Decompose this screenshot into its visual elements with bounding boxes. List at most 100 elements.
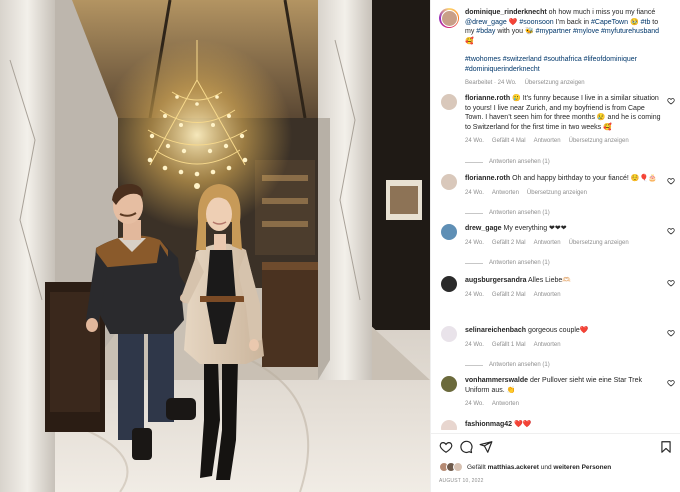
commenter-avatar[interactable] [441,420,457,430]
commenter-avatar[interactable] [441,376,457,392]
caption-emoji: 🥹 [629,18,639,26]
commenter-username[interactable]: drew_gage [465,225,502,232]
comment-text: Alles Liebe🫶🏻 [528,277,571,284]
comment-body: selinareichenbach gorgeous couple❤️ 24 Wo… [465,326,661,371]
caption-emoji: 🥰 [465,37,474,45]
comment: drew_gage My everything ❤❤❤ 24 Wo. Gefällt… [439,224,677,269]
comment-meta: 24 Wo. Gefällt 4 Mal Antworten Übersetzung … [465,137,661,147]
commenter-avatar[interactable] [441,94,457,110]
instagram-post-view: dominique_rinderknecht oh how much i mis… [0,0,680,492]
hashtag[interactable]: #myfuturehusband [601,28,659,35]
likes-summary[interactable]: Gefällt matthias.ackeret und weiteren Pe… [439,462,611,472]
view-replies-label[interactable]: Antworten ansehen (1) [489,259,550,269]
comment: florianne.roth Oh and happy birthday to … [439,174,677,219]
translate-link[interactable]: Übersetzung anzeigen [525,79,585,89]
post-side-panel: dominique_rinderknecht oh how much i mis… [430,0,680,492]
comment: selinareichenbach gorgeous couple❤️ 24 Wo… [439,326,677,371]
view-replies[interactable]: Antworten ansehen (1) [465,259,661,269]
hashtag[interactable]: #tb [641,19,651,26]
heart-icon[interactable] [667,227,675,235]
caption-part: I’m back in [555,18,590,26]
heart-icon[interactable] [439,440,453,454]
post-photo-illustration [0,0,430,492]
hashtag[interactable]: #mylove [573,28,599,35]
likes-user[interactable]: matthias.ackeret [488,464,539,471]
comment-age: 24 Wo. [465,189,484,196]
comment: augsburgersandra Alles Liebe🫶🏻 24 Wo. Gefä… [439,276,677,300]
commenter-username[interactable]: florianne.roth [465,95,510,102]
comment-meta: 24 Wo. Gefällt 2 Mal Antworten [465,291,661,301]
view-replies-label[interactable]: Antworten ansehen (1) [489,209,550,219]
bookmark-icon[interactable] [659,440,673,454]
caption-emoji: ❤️ [508,18,518,26]
view-replies[interactable]: Antworten ansehen (1) [465,361,661,371]
likes-others[interactable]: weiteren Personen [553,464,611,471]
comment-age: 24 Wo. [465,138,484,144]
commenter-avatar[interactable] [441,174,457,190]
reply-button[interactable]: Antworten [534,137,561,147]
comment-meta: 24 Wo. Gefällt 2 Mal Antworten Übersetzung … [465,239,661,249]
comment: fashionmag42 ❤️❤️ [439,420,677,430]
translate-link[interactable]: Übersetzung anzeigen [569,137,629,147]
view-replies[interactable]: Antworten ansehen (1) [465,158,661,168]
heart-icon[interactable] [667,279,675,287]
share-icon[interactable] [479,440,493,454]
hashtag[interactable]: #mypartner [536,28,571,35]
caption-part: oh how much i miss you my fiancé [548,9,656,16]
heart-icon[interactable] [667,97,675,105]
comment-text: gorgeous couple❤️ [528,327,589,334]
comment: florianne.roth 🥲 It’s funny because I li… [439,94,677,167]
view-replies-label[interactable]: Antworten ansehen (1) [489,158,550,168]
caption-meta: Bearbeitet · 24 Wo. Übersetzung anzeigen [465,79,665,89]
comment-age: 24 Wo. [465,291,484,298]
comment-text: My everything ❤❤❤ [503,225,567,232]
comment-icon[interactable] [459,440,473,454]
reply-button[interactable]: Antworten [534,291,561,301]
post-actions: Gefällt matthias.ackeret und weiteren Pe… [431,433,680,492]
comment-likes[interactable]: Gefällt 4 Mal [492,137,526,147]
comment-body: florianne.roth 🥲 It’s funny because I li… [465,94,661,167]
heart-icon[interactable] [667,379,675,387]
comment-age: 24 Wo. [465,401,484,407]
commenter-username[interactable]: florianne.roth [465,175,510,182]
commenter-username[interactable]: fashionmag42 [465,421,512,428]
hashtag[interactable]: #bday [476,28,495,35]
hashtag-line[interactable]: #twohomes #switzerland #southafrica #lif… [465,55,665,65]
comment-age: 24 Wo. [465,341,484,348]
comment: vonhammerswalde der Pullover sieht wie e… [439,376,677,410]
commenter-avatar[interactable] [441,224,457,240]
view-replies-label[interactable]: Antworten ansehen (1) [489,361,550,371]
comment-likes[interactable]: Gefällt 1 Mal [492,341,526,351]
hashtag-line[interactable]: #dominiquerinderknecht [465,65,665,75]
hashtag[interactable]: #CapeTown [591,19,628,26]
comment-body: augsburgersandra Alles Liebe🫶🏻 24 Wo. Gefä… [465,276,661,300]
edited-label: Bearbeitet · 24 Wo. [465,80,517,86]
reply-button[interactable]: Antworten [492,400,519,410]
commenter-avatar[interactable] [441,326,457,342]
caption-text: dominique_rinderknecht oh how much i mis… [465,8,665,89]
commenter-username[interactable]: selinareichenbach [465,327,526,334]
comment-likes[interactable]: Gefällt 2 Mal [492,291,526,301]
heart-icon[interactable] [667,177,675,185]
caption-emoji: 🐝 [524,28,534,35]
author-username[interactable]: dominique_rinderknecht [465,9,547,16]
caption-mention[interactable]: @drew_gage [465,19,507,26]
reply-button[interactable]: Antworten [492,189,519,199]
comment-likes[interactable]: Gefällt 2 Mal [492,239,526,249]
reply-button[interactable]: Antworten [534,341,561,351]
commenter-username[interactable]: vonhammerswalde [465,377,528,384]
view-replies[interactable]: Antworten ansehen (1) [465,209,661,219]
author-avatar[interactable] [439,8,459,28]
commenter-avatar[interactable] [441,276,457,292]
post-photo[interactable] [0,0,430,492]
liker-avatar [453,462,463,472]
comments-list[interactable]: florianne.roth 🥲 It’s funny because I li… [431,94,680,430]
reply-button[interactable]: Antworten [534,239,561,249]
post-date: AUGUST 10, 2022 [439,478,484,484]
heart-icon[interactable] [667,329,675,337]
hashtag[interactable]: #soonsoon [519,19,553,26]
translate-link[interactable]: Übersetzung anzeigen [527,189,587,199]
translate-link[interactable]: Übersetzung anzeigen [569,239,629,249]
commenter-username[interactable]: augsburgersandra [465,277,526,284]
likes-prefix: Gefällt [467,463,486,471]
